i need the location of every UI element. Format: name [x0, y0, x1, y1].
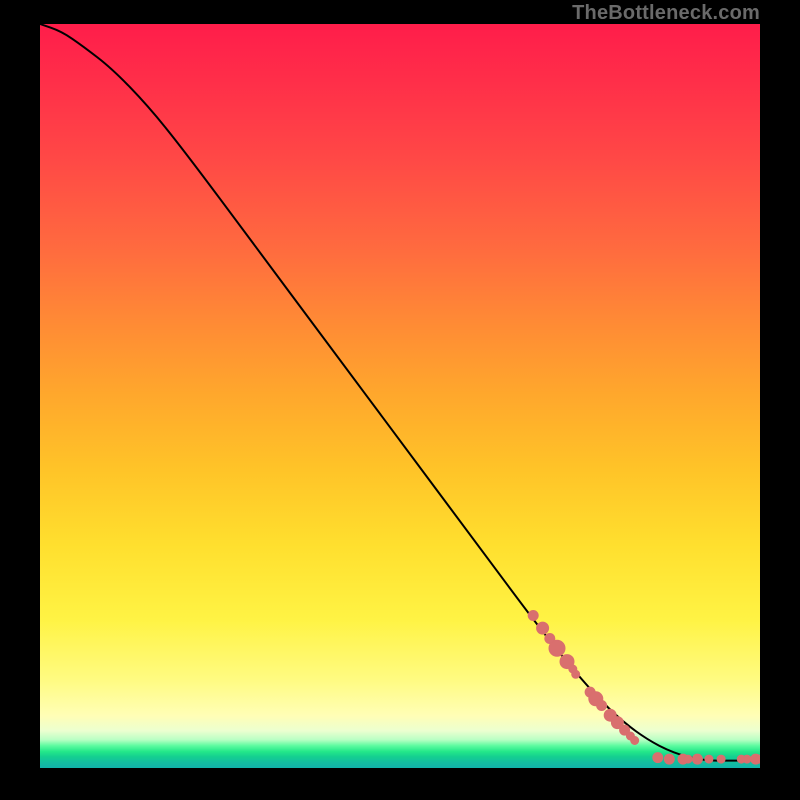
data-point: [528, 611, 538, 621]
attribution-text: TheBottleneck.com: [572, 2, 760, 25]
data-point: [631, 737, 639, 745]
plot-svg: [40, 24, 760, 768]
data-point: [743, 755, 751, 763]
data-point: [705, 755, 713, 763]
data-point: [756, 755, 760, 763]
data-point: [684, 755, 692, 763]
data-point: [664, 754, 674, 764]
curve-line: [40, 24, 760, 761]
data-point: [572, 670, 580, 678]
plot-area: [40, 24, 760, 768]
chart-stage: TheBottleneck.com: [0, 0, 800, 800]
data-points: [528, 611, 760, 765]
data-point: [549, 640, 565, 656]
data-point: [653, 753, 663, 763]
data-point: [537, 622, 549, 634]
data-point: [692, 754, 702, 764]
data-point: [597, 701, 607, 711]
data-point: [717, 755, 725, 763]
